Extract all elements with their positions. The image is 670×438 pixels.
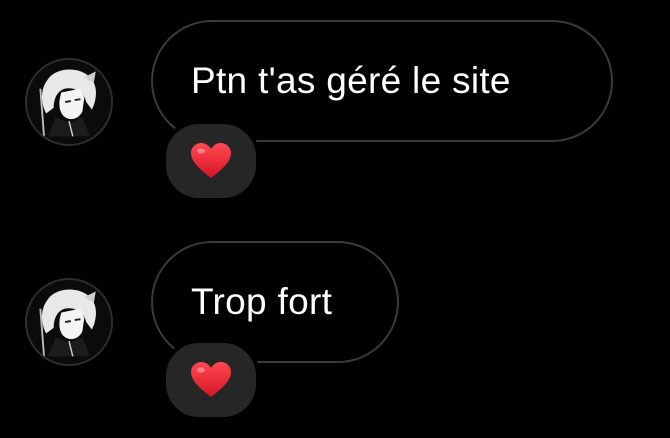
- message-text: Ptn t'as géré le site: [191, 60, 511, 101]
- anime-character-avatar-icon: [27, 60, 111, 144]
- reaction-badge[interactable]: [162, 120, 260, 202]
- red-heart-icon: [191, 362, 231, 397]
- red-heart-icon: [191, 143, 231, 178]
- sender-avatar[interactable]: [25, 58, 113, 146]
- message-text: Trop fort: [191, 281, 333, 322]
- reaction-badge[interactable]: [162, 339, 260, 421]
- sender-avatar[interactable]: [25, 278, 113, 366]
- anime-character-avatar-icon: [27, 280, 111, 364]
